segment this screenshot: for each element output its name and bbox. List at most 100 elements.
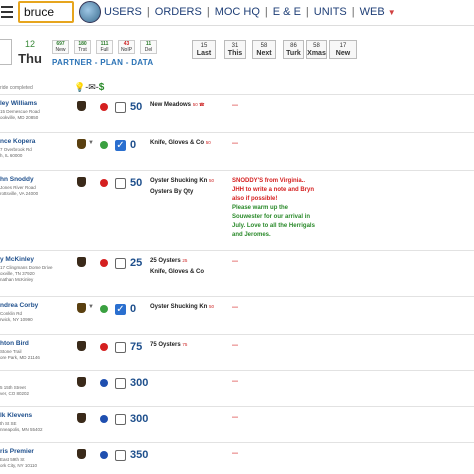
product-tag: 50 ☎	[192, 102, 205, 107]
week-button[interactable]: 58 Xmas	[306, 40, 327, 59]
week-button[interactable]: 15 Last	[192, 40, 216, 59]
status-dot-icon[interactable]	[100, 343, 108, 351]
row-checkbox[interactable]	[115, 414, 126, 425]
web-caret-icon[interactable]: ▼	[388, 8, 396, 17]
week-button-count: 86	[290, 43, 297, 49]
customer-address: rwick, NY 10990	[0, 317, 33, 322]
customer-name[interactable]: ley Williams	[0, 100, 37, 107]
ups-icon[interactable]	[77, 413, 86, 423]
order-row[interactable]: ndrea Corby Conklin Rd rwick, NY 10990 ▼ ✓ 0 O…	[0, 296, 474, 334]
customer-address: ork City, NY 10110	[0, 463, 38, 468]
customer-name[interactable]: ris Premier	[0, 448, 34, 455]
ups-icon[interactable]	[77, 177, 86, 187]
globe-logo-icon[interactable]	[79, 1, 101, 23]
status-dot-icon[interactable]	[100, 103, 108, 111]
customer-name[interactable]: hton Bird	[0, 340, 29, 347]
customer-name[interactable]: nce Kopera	[0, 138, 35, 145]
product-label: Knife, Gloves & Co	[150, 140, 205, 146]
order-row[interactable]: ris Premier East 59th St ork City, NY 1011…	[0, 442, 474, 474]
week-button-count: 58	[313, 43, 320, 49]
order-row[interactable]: ley Williams 15 Demescue Road ookville, MD…	[0, 94, 474, 132]
order-row[interactable]: nce Kopera 7 Overbrook Rd h, IL 60000 ▼ ✓ 0 Kn…	[0, 132, 474, 170]
week-button[interactable]: 58 Next	[252, 40, 276, 59]
current-date[interactable]: 12 Thu	[14, 39, 46, 66]
row-checkbox[interactable]	[115, 342, 126, 353]
order-row[interactable]: y McKinley 17 Clingmans Dome Drive oxville…	[0, 250, 474, 296]
subnav-partner[interactable]: PARTNER	[52, 58, 92, 67]
subnav-plan[interactable]: PLAN	[100, 58, 123, 67]
hamburger-menu-icon[interactable]	[0, 3, 14, 21]
customer-address: nneapolis, MN 55402	[0, 427, 43, 432]
status-dot-icon[interactable]	[100, 451, 108, 459]
ups-icon[interactable]	[77, 377, 86, 387]
ups-icon[interactable]	[77, 341, 86, 351]
ups-icon[interactable]	[77, 257, 86, 267]
status-dot-icon[interactable]	[100, 415, 108, 423]
chip-label: New	[55, 47, 66, 53]
row-checkbox[interactable]	[115, 178, 126, 189]
week-button-count: 58	[260, 43, 268, 49]
product-tag: 50	[205, 140, 211, 145]
status-chip[interactable]: 111 Full	[96, 40, 113, 54]
week-button[interactable]: 17 New	[329, 40, 357, 59]
note-placeholder: ---	[232, 451, 238, 457]
nav-orders[interactable]: ORDERS	[155, 6, 202, 18]
search-input[interactable]	[18, 1, 74, 23]
week-button-label: This	[227, 50, 243, 57]
nav-users[interactable]: USERS	[104, 6, 142, 18]
row-checkbox[interactable]: ✓	[115, 304, 126, 315]
product-label: Oyster Shucking Kn	[150, 304, 208, 310]
nav-e-e[interactable]: E & E	[273, 6, 301, 18]
note-placeholder: ---	[232, 343, 238, 349]
note-line: July. Love to all the Herrigals	[232, 223, 315, 229]
week-button[interactable]: 31 This	[224, 40, 246, 59]
status-dot-icon[interactable]	[100, 141, 108, 149]
row-checkbox[interactable]	[115, 102, 126, 113]
status-chip[interactable]: 11 Del	[140, 40, 157, 54]
prev-date-box[interactable]	[0, 39, 12, 65]
chip-label: Full	[100, 47, 109, 53]
status-dot-icon[interactable]	[100, 259, 108, 267]
customer-name[interactable]: y McKinley	[0, 256, 34, 263]
ups-icon[interactable]	[77, 101, 86, 111]
envelope-icon: ✉	[88, 82, 96, 92]
status-dot-icon[interactable]	[100, 179, 108, 187]
customer-name[interactable]: hn Snoddy	[0, 176, 34, 183]
status-chip[interactable]: 697 New	[52, 40, 69, 54]
product-label: Oyster Shucking Kn	[150, 178, 208, 184]
ups-caret-icon[interactable]: ▼	[88, 140, 94, 146]
chip-label: Del	[144, 47, 153, 53]
row-checkbox[interactable]	[115, 378, 126, 389]
order-row[interactable]: lk Klevens th St SE nneapolis, MN 55402 300…	[0, 406, 474, 442]
completed-label: ride completed	[0, 85, 33, 91]
row-checkbox[interactable]: ✓	[115, 140, 126, 151]
product-tag: 25	[182, 258, 188, 263]
product-name: New Meadows 50 ☎	[150, 102, 205, 108]
customer-name[interactable]: ndrea Corby	[0, 302, 38, 309]
order-row[interactable]: hton Bird Stone Trail ore Park, MD 21146 75…	[0, 334, 474, 370]
status-chip[interactable]: 43 NoIP	[118, 40, 135, 54]
nav-units[interactable]: UNITS	[314, 6, 347, 18]
status-dot-icon[interactable]	[100, 379, 108, 387]
customer-name[interactable]: lk Klevens	[0, 412, 32, 419]
ups-icon[interactable]	[77, 139, 86, 149]
product-name: Oyster Shucking Kn 50	[150, 178, 214, 184]
chip-label: Trst	[78, 47, 87, 53]
status-dot-icon[interactable]	[100, 305, 108, 313]
ups-icon[interactable]	[77, 449, 86, 459]
row-checkbox[interactable]	[115, 258, 126, 269]
week-button[interactable]: 86 Turk	[283, 40, 304, 59]
order-row[interactable]: 5 15th Street ver, CO 80202 300 ---	[0, 370, 474, 406]
subnav-data[interactable]: DATA	[131, 58, 153, 67]
row-checkbox[interactable]	[115, 450, 126, 461]
product-label: Oysters By Qty	[150, 189, 194, 195]
ups-icon[interactable]	[77, 303, 86, 313]
status-chip[interactable]: 180 Trst	[74, 40, 91, 54]
order-row[interactable]: hn Snoddy Jones River Road rottsville, VA …	[0, 170, 474, 250]
ups-caret-icon[interactable]: ▼	[88, 304, 94, 310]
nav-moc-hq[interactable]: MOC HQ	[215, 6, 260, 18]
note-placeholder: ---	[232, 379, 238, 385]
order-quantity: 350	[130, 449, 149, 461]
note-line: also if possible!	[232, 196, 278, 202]
nav-web[interactable]: WEB	[360, 6, 385, 18]
